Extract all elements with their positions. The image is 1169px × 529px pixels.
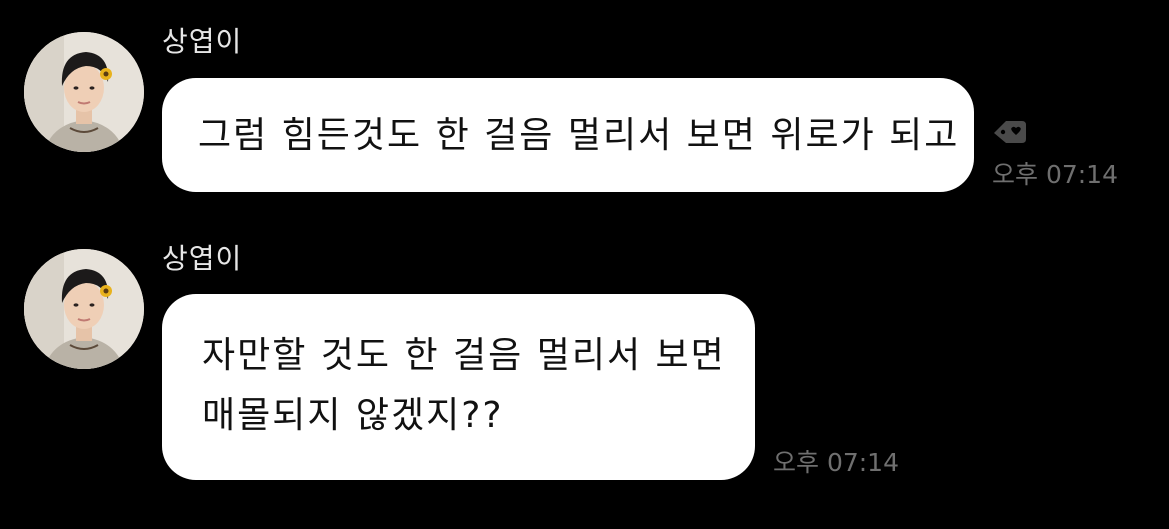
message-text-line: 자만할 것도 한 걸음 멀리서 보면 (202, 335, 726, 376)
sender-name: 상엽이 (162, 242, 243, 275)
avatar-photo (24, 249, 144, 369)
message-timestamp: 오후 07:14 (773, 448, 899, 477)
message-group: 상엽이 자만할 것도 한 걸음 멀리서 보면 매몰되지 않겠지?? 오후 07:… (0, 0, 1169, 529)
message-bubble[interactable]: 자만할 것도 한 걸음 멀리서 보면 매몰되지 않겠지?? (162, 294, 755, 480)
message-text-line: 매몰되지 않겠지?? (202, 395, 504, 436)
avatar[interactable] (24, 249, 144, 369)
